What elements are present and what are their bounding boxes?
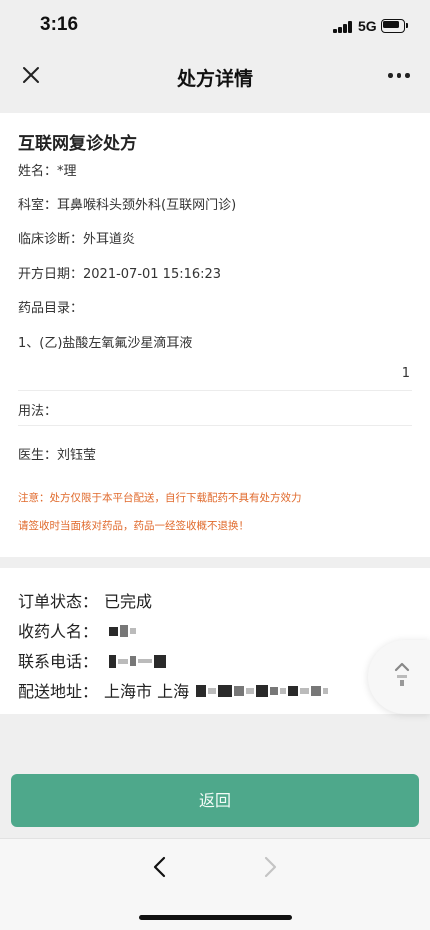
doctor-name: 医生：刘钰莹: [18, 448, 97, 463]
prescription-title: 互联网复诊处方: [18, 134, 137, 154]
department: 科室：耳鼻喉科头颈外科(互联网门诊): [18, 198, 237, 213]
page-title: 处方详情: [176, 68, 253, 90]
phone-row: 联系电话：: [18, 648, 168, 671]
status-time: 3:16: [40, 14, 79, 35]
drug-list-label: 药品目录：: [18, 301, 84, 316]
drug-quantity: 1: [401, 366, 410, 381]
status-bar: 3:16 5G: [0, 0, 430, 50]
notice-text: 注意：处方仅限于本平台配送，自行下载配药不具有处方效力: [18, 492, 302, 504]
battery-icon: [381, 19, 409, 33]
recipient-label: 收药人名：: [18, 622, 99, 641]
prescription-date: 开方日期：2021-07-01 15:16:23: [18, 267, 222, 282]
nav-bar: 处方详情: [0, 50, 430, 102]
usage: 用法：: [18, 404, 58, 419]
address-value: 上海市 上海: [104, 682, 190, 701]
address-label: 配送地址：: [18, 682, 99, 701]
drug-item: 1、(乙)盐酸左氧氟沙星滴耳液: [18, 336, 193, 351]
recipient-row: 收药人名：: [18, 618, 138, 641]
redacted-address: [196, 681, 330, 700]
forward-arrow-icon[interactable]: [258, 853, 282, 881]
diagnosis: 临床诊断：外耳道炎: [18, 232, 136, 247]
return-button[interactable]: 返回: [11, 774, 419, 827]
bottom-toolbar: [0, 838, 430, 930]
divider: [18, 425, 412, 426]
home-indicator: [139, 915, 292, 920]
order-status-label: 订单状态：: [18, 592, 99, 611]
divider: [18, 390, 412, 391]
phone-label: 联系电话：: [18, 652, 99, 671]
address-row: 配送地址： 上海市 上海: [18, 678, 330, 701]
more-icon[interactable]: [386, 70, 412, 80]
redacted-name: [109, 621, 138, 640]
order-status-value: 已完成: [104, 592, 153, 611]
order-status-row: 订单状态： 已完成: [18, 588, 153, 611]
prescription-card: 互联网复诊处方 姓名：*理 科室：耳鼻喉科头颈外科(互联网门诊) 临床诊断：外耳…: [0, 113, 430, 557]
patient-name: 姓名：*理: [18, 164, 77, 179]
signal-icon: [333, 21, 353, 33]
network-label: 5G: [358, 18, 377, 34]
redacted-phone: [109, 651, 168, 670]
notice-text: 请签收时当面核对药品，药品一经签收概不退换！: [18, 520, 249, 532]
back-arrow-icon[interactable]: [148, 853, 172, 881]
order-card: 订单状态： 已完成 收药人名： 联系电话： 配送地址： 上海市 上海: [0, 568, 430, 714]
chevron-up-icon: [394, 662, 410, 686]
